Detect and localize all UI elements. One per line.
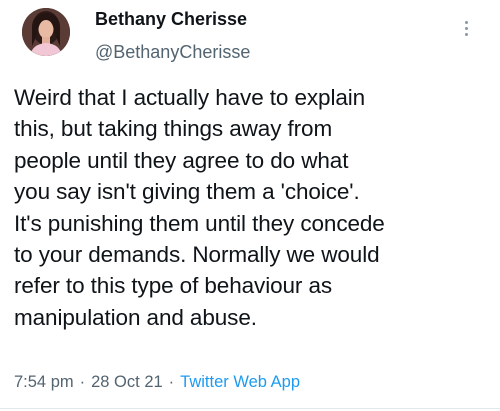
tweet-date[interactable]: 28 Oct 21: [91, 373, 163, 392]
avatar[interactable]: [22, 8, 70, 56]
divider: [0, 408, 500, 409]
meta-separator: ·: [168, 373, 175, 391]
meta-separator: ·: [79, 373, 86, 391]
tweet-time[interactable]: 7:54 pm: [14, 373, 74, 392]
tweet-source-link[interactable]: Twitter Web App: [180, 373, 300, 392]
more-options-icon[interactable]: [452, 14, 480, 42]
display-name[interactable]: Bethany Cherisse: [95, 9, 247, 30]
tweet-card: Bethany Cherisse @BethanyCherisse Weird …: [0, 0, 500, 411]
tweet-text: Weird that I actually have to explain th…: [14, 85, 385, 330]
user-handle[interactable]: @BethanyCherisse: [95, 42, 250, 63]
tweet-metadata: 7:54 pm · 28 Oct 21 · Twitter Web App: [14, 373, 300, 392]
